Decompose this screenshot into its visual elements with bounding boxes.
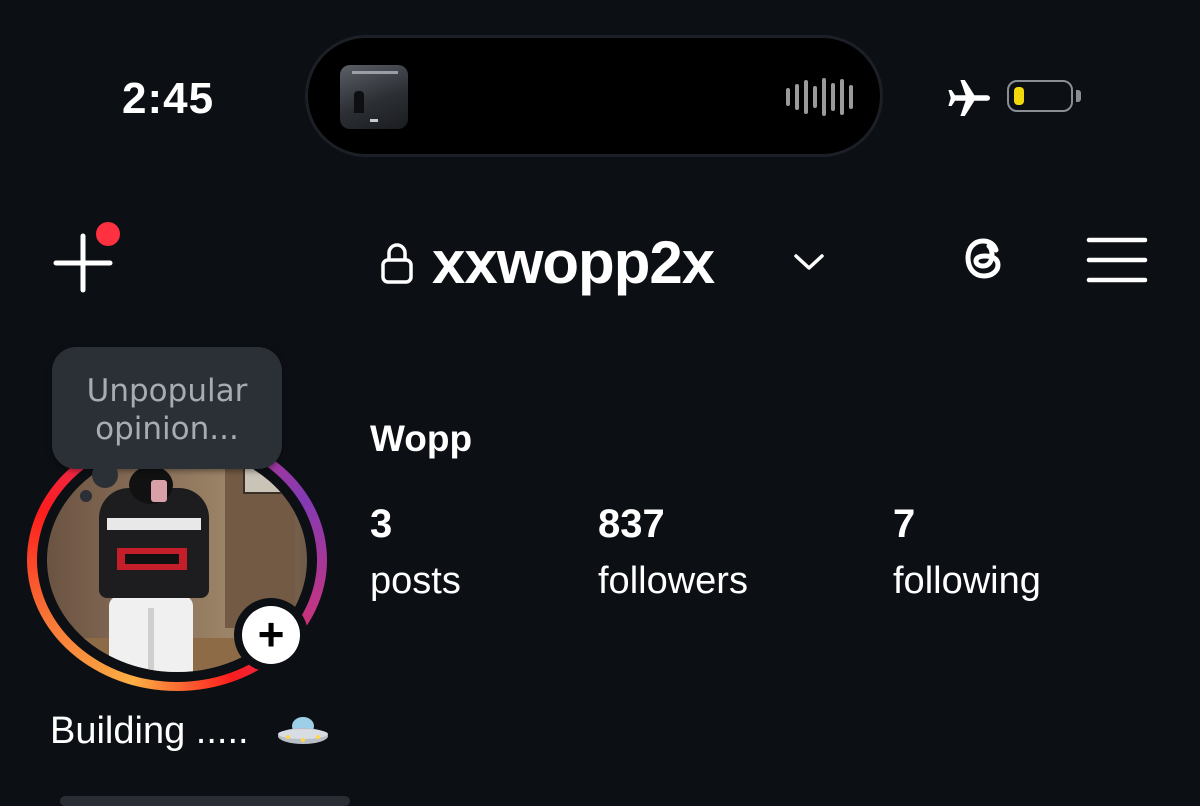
note-text: Unpopular opinion... <box>86 373 248 447</box>
hamburger-menu-icon[interactable] <box>1086 236 1148 284</box>
battery-level-fill <box>1014 87 1024 105</box>
following-count[interactable]: 7 <box>893 502 915 547</box>
posts-count[interactable]: 3 <box>370 502 392 547</box>
battery-icon <box>1007 80 1073 112</box>
status-time: 2:45 <box>122 74 215 123</box>
audio-waveform-icon <box>786 77 853 117</box>
now-playing-album-art[interactable] <box>340 65 408 129</box>
airplane-icon <box>948 80 990 116</box>
username[interactable]: xxwopp2x <box>432 228 715 297</box>
bio-text: Building ..... <box>50 710 249 752</box>
battery-tip <box>1076 90 1081 102</box>
posts-label[interactable]: posts <box>370 560 461 603</box>
following-label[interactable]: following <box>893 560 1041 603</box>
plus-icon: + <box>257 608 285 660</box>
chevron-down-icon[interactable] <box>792 252 826 272</box>
bottom-edge-element <box>60 796 350 806</box>
followers-count[interactable]: 837 <box>598 502 665 547</box>
lock-icon <box>381 243 413 284</box>
followers-label[interactable]: followers <box>598 560 748 603</box>
threads-icon[interactable] <box>952 226 1016 290</box>
ufo-icon <box>278 717 328 744</box>
dynamic-island[interactable] <box>308 38 880 154</box>
display-name: Wopp <box>370 418 473 459</box>
add-story-button[interactable]: + <box>242 606 300 664</box>
notification-dot <box>96 222 120 246</box>
